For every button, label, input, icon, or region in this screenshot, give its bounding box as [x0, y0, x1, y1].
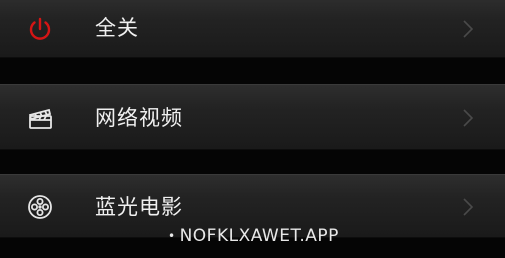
watermark-text: NOFKLXAWET.APP [179, 226, 339, 246]
menu-item-all-off[interactable]: 全关 [0, 0, 505, 58]
chevron-right-icon [461, 19, 475, 39]
power-icon [22, 11, 58, 47]
watermark: • NOFKLXAWET.APP [168, 226, 339, 246]
menu-item-label: 网络视频 [95, 106, 183, 130]
chevron-right-icon [461, 197, 475, 217]
menu-screen: 全关 网络视频 蓝光电影 • NOFKLXAWET.APP [0, 0, 505, 258]
menu-item-network-video[interactable]: 网络视频 [0, 84, 505, 150]
menu-item-label: 蓝光电影 [95, 195, 183, 219]
film-reel-icon [22, 189, 58, 225]
chevron-right-icon [461, 108, 475, 128]
watermark-bullet: • [168, 229, 176, 243]
clapperboard-icon [22, 100, 58, 136]
menu-item-label: 全关 [95, 16, 139, 40]
